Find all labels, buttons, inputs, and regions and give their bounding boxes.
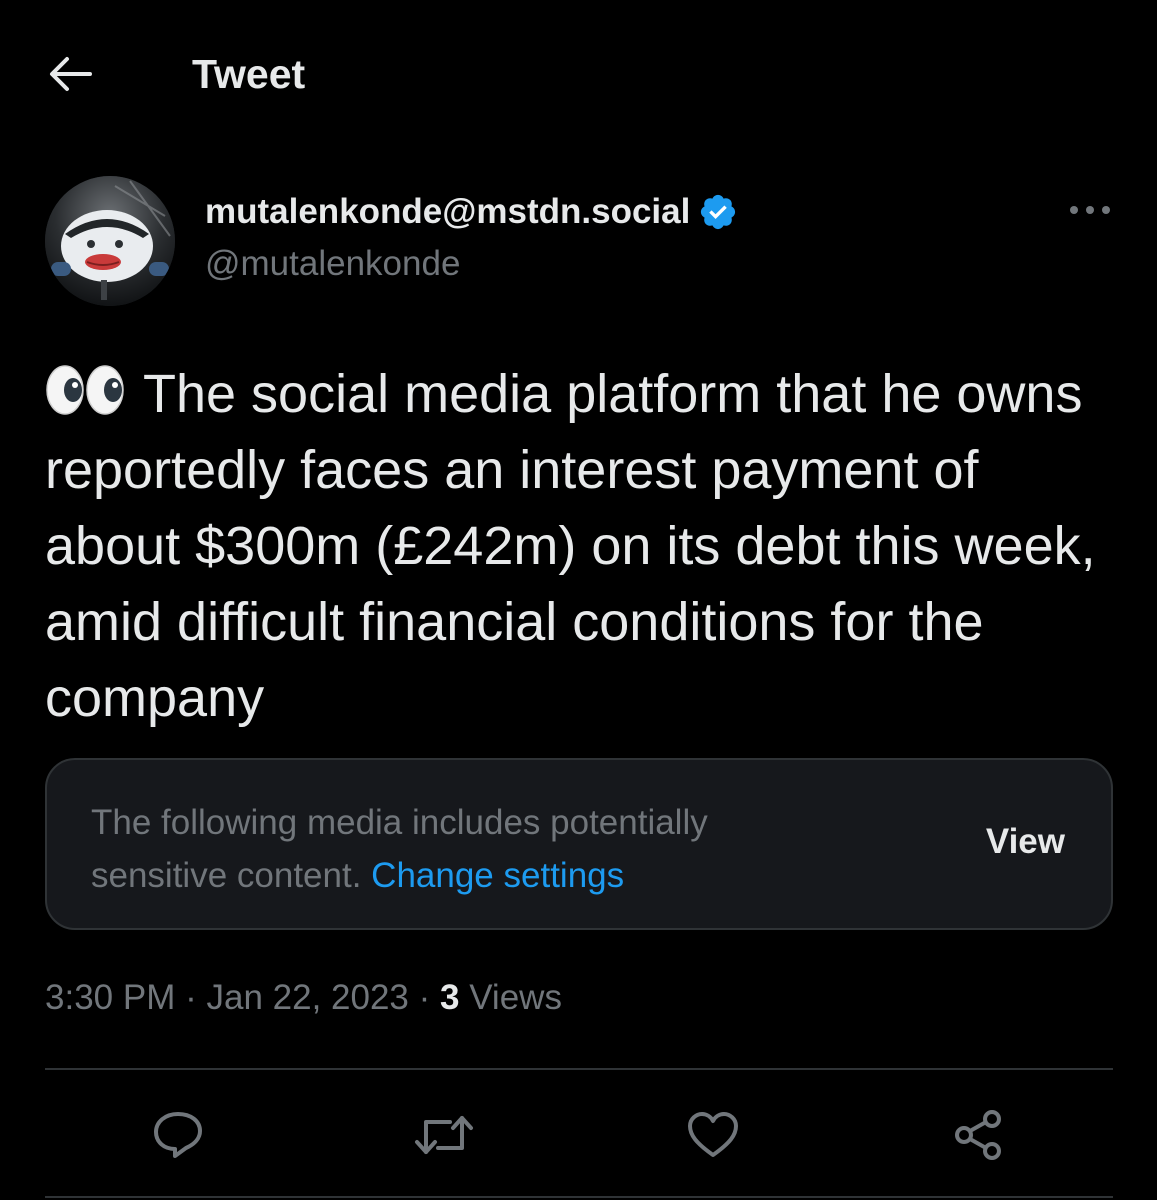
more-options-button[interactable] [1060, 190, 1120, 230]
views-count: 3 [440, 978, 460, 1017]
author-name-row[interactable]: mutalenkonde@mstdn.social [205, 186, 742, 238]
divider [45, 1196, 1113, 1198]
author-handle[interactable]: @mutalenkonde [205, 244, 460, 284]
reply-button[interactable] [148, 1105, 208, 1165]
meta-separator: · [185, 978, 197, 1017]
sensitive-media-message-block: The following media includes potentially… [91, 796, 851, 902]
meta-separator: · [418, 978, 431, 1017]
top-bar: Tweet [0, 0, 1157, 150]
views-label: Views [469, 978, 562, 1017]
tweet-time[interactable]: 3:30 PM [45, 978, 175, 1017]
divider [45, 1068, 1113, 1070]
like-button[interactable] [683, 1105, 743, 1165]
view-media-button[interactable]: View [986, 822, 1065, 862]
verified-badge-icon [698, 190, 742, 234]
retweet-button[interactable] [414, 1105, 474, 1165]
share-button[interactable] [948, 1105, 1008, 1165]
arrow-left-icon [50, 57, 92, 91]
eyes-emoji-icon [45, 360, 125, 415]
author-display-name[interactable]: mutalenkonde@mstdn.social [205, 192, 690, 232]
change-settings-link[interactable]: Change settings [371, 856, 624, 895]
tweet-text: The social media platform that he owns r… [45, 356, 1125, 736]
tweet-meta: 3:30 PM · Jan 22, 2023 · 3 Views [45, 978, 562, 1018]
page-title: Tweet [192, 51, 306, 97]
avatar-image [45, 176, 175, 306]
tweet-date[interactable]: Jan 22, 2023 [206, 978, 408, 1017]
share-icon [955, 1110, 1001, 1160]
retweet-icon [415, 1116, 473, 1154]
more-dots-icon [1070, 206, 1110, 214]
sensitive-media-card: The following media includes potentially… [45, 758, 1113, 930]
back-button[interactable] [40, 50, 100, 98]
avatar[interactable] [45, 176, 175, 306]
reply-icon [154, 1112, 202, 1158]
tweet-body: The social media platform that he owns r… [45, 364, 1096, 728]
heart-icon [688, 1112, 738, 1157]
